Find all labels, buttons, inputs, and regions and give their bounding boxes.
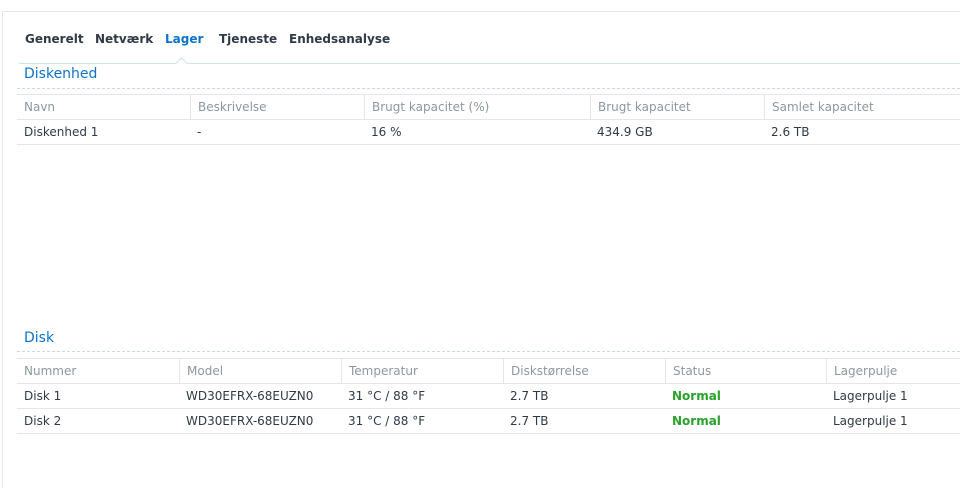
column-header-nummer[interactable]: Nummer bbox=[17, 359, 179, 383]
disks-table: Nummer Model Temperatur Diskstørrelse St… bbox=[17, 358, 960, 434]
disk-number: Disk 2 bbox=[24, 414, 62, 428]
column-header-status[interactable]: Status bbox=[665, 359, 826, 383]
volumes-table-header: Navn Beskrivelse Brugt kapacitet (%) Bru… bbox=[17, 95, 960, 120]
column-header-model[interactable]: Model bbox=[179, 359, 341, 383]
column-header-navn[interactable]: Navn bbox=[17, 95, 190, 119]
storage-info-panel: Generelt Netværk Lager Tjeneste Enhedsan… bbox=[2, 11, 960, 488]
table-row[interactable]: Disk 1 WD30EFRX-68EUZN0 31 °C / 88 °F 2.… bbox=[17, 384, 960, 409]
disk-temperature: 31 °C / 88 °F bbox=[348, 414, 426, 428]
table-row[interactable]: Disk 2 WD30EFRX-68EUZN0 31 °C / 88 °F 2.… bbox=[17, 409, 960, 434]
column-header-beskrivelse[interactable]: Beskrivelse bbox=[190, 95, 364, 119]
volume-name: Diskenhed 1 bbox=[24, 125, 99, 139]
tab-netvaerk[interactable]: Netværk bbox=[95, 24, 153, 63]
disk-temperature: 31 °C / 88 °F bbox=[348, 389, 426, 403]
volumes-table: Navn Beskrivelse Brugt kapacitet (%) Bru… bbox=[17, 94, 960, 145]
disks-table-header: Nummer Model Temperatur Diskstørrelse St… bbox=[17, 359, 960, 384]
column-header-used-percent[interactable]: Brugt kapacitet (%) bbox=[364, 95, 590, 119]
volume-total-capacity: 2.6 TB bbox=[771, 125, 810, 139]
disk-storage-pool: Lagerpulje 1 bbox=[833, 414, 908, 428]
disks-section-title: Disk bbox=[24, 330, 55, 346]
volume-description: - bbox=[197, 125, 202, 139]
column-header-total-capacity[interactable]: Samlet kapacitet bbox=[764, 95, 960, 119]
disk-status: Normal bbox=[672, 389, 721, 403]
active-tab-indicator bbox=[176, 57, 188, 64]
tab-bar: Generelt Netværk Lager Tjeneste Enhedsan… bbox=[19, 24, 960, 64]
volumes-section-divider bbox=[17, 88, 960, 89]
tab-enhedsanalyse[interactable]: Enhedsanalyse bbox=[289, 24, 390, 63]
volumes-section-title: Diskenhed bbox=[24, 66, 98, 82]
volume-used-capacity: 434.9 GB bbox=[597, 125, 653, 139]
tab-generelt[interactable]: Generelt bbox=[25, 24, 84, 63]
column-header-lagerpulje[interactable]: Lagerpulje bbox=[826, 359, 960, 383]
column-header-diskstorrelse[interactable]: Diskstørrelse bbox=[503, 359, 665, 383]
disk-size: 2.7 TB bbox=[510, 414, 549, 428]
disk-size: 2.7 TB bbox=[510, 389, 549, 403]
column-header-temperatur[interactable]: Temperatur bbox=[341, 359, 503, 383]
disk-model: WD30EFRX-68EUZN0 bbox=[186, 414, 314, 428]
disk-storage-pool: Lagerpulje 1 bbox=[833, 389, 908, 403]
column-header-used-capacity[interactable]: Brugt kapacitet bbox=[590, 95, 764, 119]
disks-section-divider bbox=[17, 351, 960, 352]
disk-status: Normal bbox=[672, 414, 721, 428]
volume-used-percent: 16 % bbox=[371, 125, 402, 139]
tab-tjeneste[interactable]: Tjeneste bbox=[219, 24, 277, 63]
disk-number: Disk 1 bbox=[24, 389, 62, 403]
disk-model: WD30EFRX-68EUZN0 bbox=[186, 389, 314, 403]
table-row[interactable]: Diskenhed 1 - 16 % 434.9 GB 2.6 TB bbox=[17, 120, 960, 145]
